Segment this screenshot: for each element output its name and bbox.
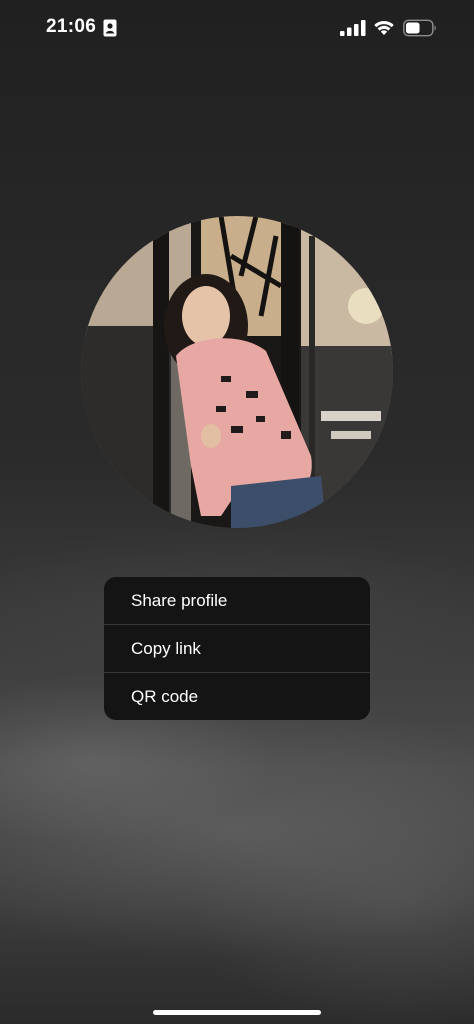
status-bar: 21:06 xyxy=(0,0,474,56)
cellular-signal-icon xyxy=(340,20,366,36)
wifi-icon xyxy=(374,21,394,35)
share-profile-label: Share profile xyxy=(131,590,228,610)
profile-photo-image xyxy=(81,216,393,528)
profile-photo xyxy=(81,216,393,528)
qr-code-menu-item[interactable]: QR code xyxy=(104,673,370,720)
copy-link-label: Copy link xyxy=(131,638,201,658)
profile-photo-preview-screen: 21:06 Share profile Copy link QR code xyxy=(0,0,474,1024)
status-time: 21:06 xyxy=(46,16,97,37)
copy-link-menu-item[interactable]: Copy link xyxy=(104,625,370,672)
person-card-icon xyxy=(103,19,117,37)
home-indicator[interactable] xyxy=(153,1010,321,1015)
battery-icon xyxy=(403,19,436,37)
qr-code-label: QR code xyxy=(131,686,199,706)
share-profile-menu-item[interactable]: Share profile xyxy=(104,577,370,624)
context-menu: Share profile Copy link QR code xyxy=(104,577,370,720)
